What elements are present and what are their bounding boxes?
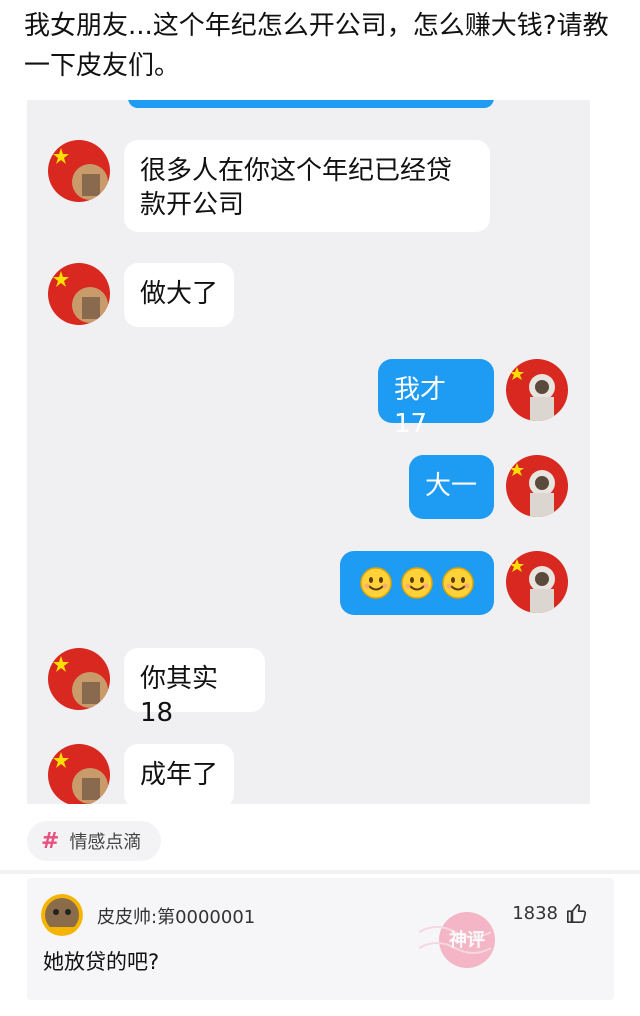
- message-bubble: 做大了: [124, 263, 234, 327]
- message-bubble: 大一: [409, 455, 494, 519]
- like-count: 1838: [512, 902, 558, 924]
- avatar-astronaut: [506, 551, 568, 613]
- message-bubble: 成年了: [124, 744, 234, 804]
- smile-emoji-icon: [360, 567, 392, 599]
- message-bubble: 我才17: [378, 359, 494, 439]
- top-comment[interactable]: 皮皮帅:第0000001 1838 神评 她放贷的吧?: [27, 878, 614, 1000]
- emoji-message-bubble: [340, 551, 494, 615]
- smile-emoji-icon: [401, 567, 433, 599]
- divider: [0, 870, 640, 874]
- topic-tag[interactable]: # 情感点滴: [27, 821, 161, 861]
- hash-icon: #: [41, 828, 60, 854]
- commenter-username[interactable]: 皮皮帅:第0000001: [97, 903, 255, 929]
- avatar-flag: [48, 263, 110, 325]
- message-bubble: 你其实18: [124, 648, 265, 728]
- bottom-bar-edge: [0, 1008, 640, 1016]
- commenter-avatar[interactable]: [41, 894, 83, 936]
- avatar-flag: [48, 140, 110, 202]
- avatar-astronaut: [506, 455, 568, 517]
- thumbs-up-icon: [567, 903, 587, 923]
- comment-text: 她放贷的吧?: [43, 950, 160, 974]
- hot-comment-stamp-icon: 神评: [418, 912, 495, 968]
- message-bubble: 很多人在你这个年纪已经贷款开公司: [124, 140, 490, 232]
- svg-text:神评: 神评: [449, 929, 485, 951]
- avatar-flag: [48, 744, 110, 804]
- smile-emoji-icon: [442, 567, 474, 599]
- chat-screenshot: 很多人在你这个年纪已经贷款开公司 做大了 我才17 大一 你其实18 成年了: [27, 100, 590, 804]
- post-title: 我女朋友...这个年纪怎么开公司，怎么赚大钱?请教一下皮友们。: [24, 11, 609, 81]
- avatar-astronaut: [506, 359, 568, 421]
- clipped-message-bubble: [128, 100, 494, 108]
- avatar-flag: [48, 648, 110, 710]
- like-button[interactable]: 1838: [512, 902, 588, 924]
- topic-tag-label: 情感点滴: [69, 832, 142, 853]
